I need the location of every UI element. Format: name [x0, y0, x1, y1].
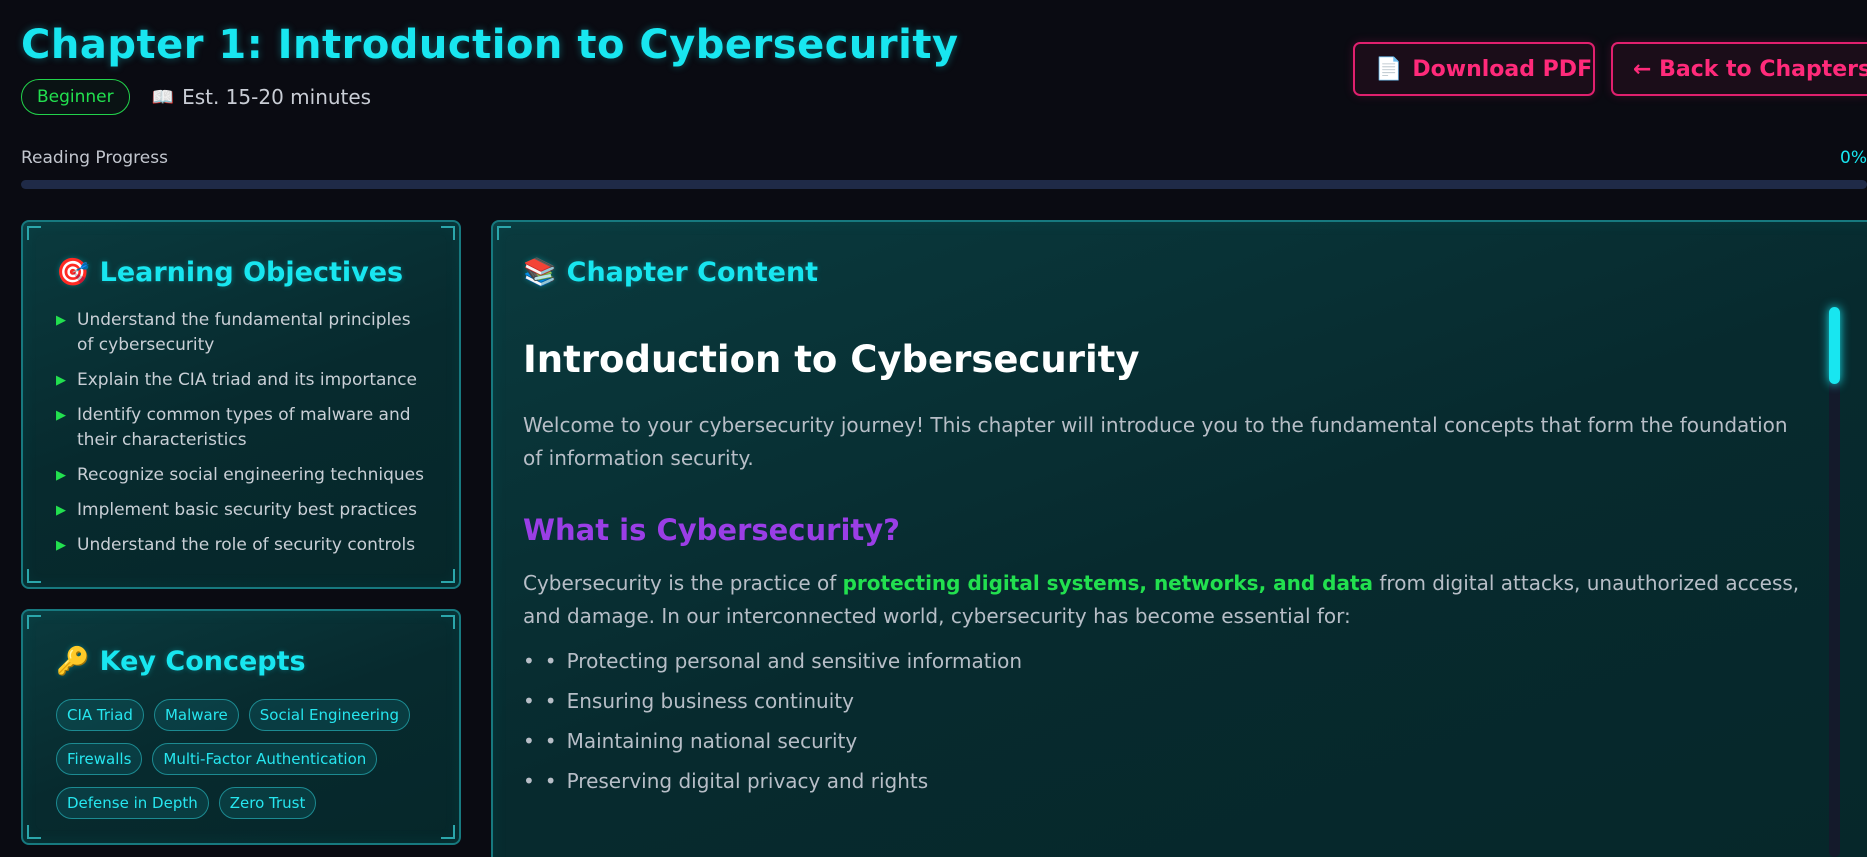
back-to-chapters-label: ← Back to Chapters [1633, 56, 1867, 82]
section-heading: What is Cybersecurity? [523, 513, 900, 547]
list-item: • • Maintaining national security [523, 729, 1813, 753]
definition-paragraph: Cybersecurity is the practice of protect… [523, 567, 1813, 633]
article-heading: Introduction to Cybersecurity [523, 338, 1140, 381]
concept-tag[interactable]: Firewalls [56, 743, 143, 775]
time-estimate-label: Est. 15-20 minutes [182, 85, 372, 109]
bullet-icon: • [544, 769, 557, 793]
key-icon: 🔑 [56, 646, 90, 677]
arrow-right-icon: ▶ [56, 313, 66, 328]
objective-item: ▶ Understand the fundamental principles o… [56, 308, 431, 358]
objective-text: Understand the role of security controls [77, 535, 416, 555]
essentials-list: • • Protecting personal and sensitive info… [523, 649, 1813, 793]
concept-tag[interactable]: Defense in Depth [56, 787, 209, 819]
arrow-right-icon: ▶ [56, 503, 66, 518]
books-icon: 📚 [523, 257, 557, 288]
list-item-text: Ensuring business continuity [566, 689, 854, 713]
reading-progress-bar [21, 180, 1867, 189]
objective-text: Understand the fundamental principles of… [77, 310, 411, 355]
concept-tag[interactable]: Social Engineering [248, 699, 411, 731]
objective-text: Explain the CIA triad and its importance [77, 370, 418, 390]
key-concepts-heading: 🔑 Key Concepts [56, 645, 431, 678]
list-item-text: Protecting personal and sensitive inform… [566, 649, 1023, 673]
page-title: Chapter 1: Introduction to Cybersecurity [21, 22, 959, 68]
objective-item: ▶ Recognize social engineering techniques [56, 463, 431, 488]
chapter-meta: Beginner 📖 Est. 15-20 minutes [21, 79, 371, 115]
arrow-right-icon: ▶ [56, 538, 66, 553]
chapter-content-card: 📚 Chapter Content Introduction to Cybers… [491, 220, 1867, 857]
concept-tags: CIA Triad Malware Social Engineering Fir… [56, 699, 431, 819]
target-icon: 🎯 [56, 257, 90, 288]
bullet-icon: • [544, 729, 557, 753]
arrow-right-icon: ▶ [56, 468, 66, 483]
chapter-content-title: Chapter Content [566, 256, 819, 288]
bullet-icon: • [544, 689, 557, 713]
list-item: • • Protecting personal and sensitive info… [523, 649, 1813, 673]
objectives-list: ▶ Understand the fundamental principles o… [56, 308, 431, 558]
chapter-content-heading: 📚 Chapter Content [523, 256, 1867, 289]
download-pdf-button[interactable]: 📄 Download PDF [1353, 42, 1595, 96]
content-scrollbar[interactable] [1829, 307, 1840, 857]
bullet-icon: • [544, 649, 557, 673]
learning-objectives-card: 🎯 Learning Objectives ▶ Understand the fu… [21, 220, 461, 589]
definition-highlight: protecting digital systems, networks, an… [842, 571, 1374, 595]
learning-objectives-title: Learning Objectives [99, 256, 404, 288]
time-estimate: 📖 Est. 15-20 minutes [152, 85, 371, 109]
chapter-article: Introduction to Cybersecurity Welcome to… [523, 338, 1813, 793]
concept-tag[interactable]: Zero Trust [218, 787, 317, 819]
definition-text-start: Cybersecurity is the practice of [523, 571, 843, 595]
corner-decoration [27, 615, 41, 629]
objective-item: ▶ Identify common types of malware and th… [56, 403, 431, 453]
arrow-right-icon: ▶ [56, 373, 66, 388]
corner-decoration [441, 615, 455, 629]
bullet-icon: • [523, 649, 535, 673]
corner-decoration [27, 569, 41, 583]
book-icon: 📖 [151, 86, 175, 108]
list-item: • • Ensuring business continuity [523, 689, 1813, 713]
concept-tag[interactable]: Malware [153, 699, 239, 731]
bullet-icon: • [523, 729, 535, 753]
key-concepts-card: 🔑 Key Concepts CIA Triad Malware Social … [21, 609, 461, 845]
corner-decoration [27, 825, 41, 839]
corner-decoration [441, 569, 455, 583]
reading-progress-label: Reading Progress [21, 148, 168, 168]
list-item: • • Preserving digital privacy and rights [523, 769, 1813, 793]
corner-decoration [27, 226, 41, 240]
back-to-chapters-button[interactable]: ← Back to Chapters [1611, 42, 1867, 96]
download-pdf-label: Download PDF [1412, 56, 1593, 82]
objective-item: ▶ Implement basic security best practices [56, 498, 431, 523]
objective-text: Recognize social engineering techniques [77, 465, 424, 485]
list-item-text: Maintaining national security [566, 729, 858, 753]
scrollbar-thumb[interactable] [1829, 307, 1840, 384]
arrow-right-icon: ▶ [56, 408, 66, 423]
learning-objectives-heading: 🎯 Learning Objectives [56, 256, 431, 289]
concept-tag[interactable]: CIA Triad [56, 699, 144, 731]
bullet-icon: • [523, 689, 535, 713]
corner-decoration [441, 825, 455, 839]
concept-tag[interactable]: Multi-Factor Authentication [152, 743, 378, 775]
corner-decoration [497, 226, 511, 240]
list-item-text: Preserving digital privacy and rights [566, 769, 929, 793]
key-concepts-title: Key Concepts [99, 645, 306, 677]
intro-paragraph: Welcome to your cybersecurity journey! T… [523, 413, 1788, 470]
document-icon: 📄 [1375, 56, 1403, 82]
objective-text: Implement basic security best practices [77, 500, 417, 520]
level-badge: Beginner [21, 79, 130, 115]
objective-item: ▶ Explain the CIA triad and its importanc… [56, 368, 431, 393]
bullet-icon: • [523, 769, 535, 793]
reading-progress-value: 0% [1840, 148, 1867, 168]
corner-decoration [441, 226, 455, 240]
objective-text: Identify common types of malware and the… [77, 405, 411, 450]
objective-item: ▶ Understand the role of security control… [56, 533, 431, 558]
